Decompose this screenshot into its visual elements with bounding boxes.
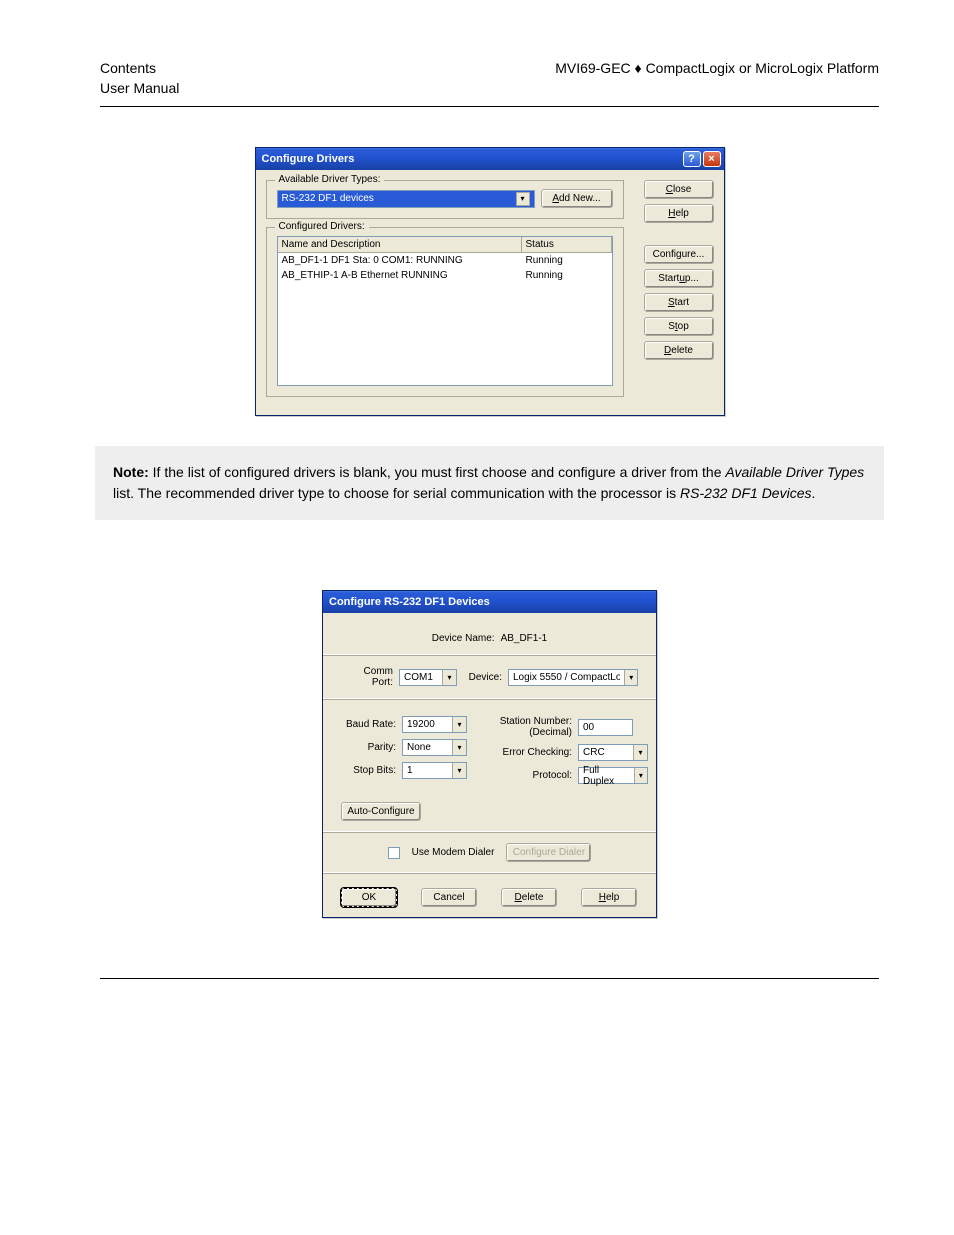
chevron-down-icon: ▾ xyxy=(452,717,466,732)
delete-button[interactable]: Delete xyxy=(644,341,714,360)
configure-drivers-dialog: Configure Drivers ? × Available Driver T… xyxy=(255,147,725,416)
station-input[interactable]: 00 xyxy=(578,719,633,736)
configure-button[interactable]: Configure... xyxy=(644,245,714,264)
parity-dropdown[interactable]: None ▾ xyxy=(402,739,467,756)
baud-value: 19200 xyxy=(407,719,435,730)
chevron-down-icon: ▾ xyxy=(442,670,456,685)
protocol-label: Protocol: xyxy=(497,770,572,781)
dialog2-titlebar[interactable]: Configure RS-232 DF1 Devices xyxy=(323,591,656,613)
table-row[interactable]: AB_DF1-1 DF1 Sta: 0 COM1: RUNNING Runnin… xyxy=(278,253,612,268)
header-left-top: Contents xyxy=(100,60,156,76)
footer-rule xyxy=(100,978,879,979)
stopbits-value: 1 xyxy=(407,765,413,776)
comm-port-dropdown[interactable]: COM1 ▾ xyxy=(399,669,457,686)
cancel-button[interactable]: Cancel xyxy=(421,888,477,907)
use-modem-checkbox[interactable] xyxy=(388,847,400,859)
note-text3: . xyxy=(812,485,816,501)
col-name-header[interactable]: Name and Description xyxy=(278,237,522,253)
row0-name: AB_DF1-1 DF1 Sta: 0 COM1: RUNNING xyxy=(278,253,522,268)
chevron-down-icon: ▾ xyxy=(452,763,466,778)
device-name-value: AB_DF1-1 xyxy=(501,633,548,644)
note-box: Note: If the list of configured drivers … xyxy=(95,446,884,520)
chevron-down-icon: ▾ xyxy=(516,192,530,206)
configure-dialer-button: Configure Dialer xyxy=(506,843,591,862)
close-icon[interactable]: × xyxy=(703,151,721,167)
device-value: Logix 5550 / CompactLogix xyxy=(513,672,620,683)
available-driver-types-group: Available Driver Types: RS-232 DF1 devic… xyxy=(266,180,624,219)
note-text1: If the list of configured drivers is bla… xyxy=(149,464,726,480)
note-label: Note: xyxy=(113,464,149,480)
configure-rs232-dialog: Configure RS-232 DF1 Devices Device Name… xyxy=(322,590,657,918)
ok-button[interactable]: OK xyxy=(341,888,397,907)
header-rule xyxy=(100,106,879,107)
baud-label: Baud Rate: xyxy=(341,719,396,730)
protocol-dropdown[interactable]: Full Duplex ▾ xyxy=(578,767,648,784)
col-status-header[interactable]: Status xyxy=(522,237,612,253)
error-dropdown[interactable]: CRC ▾ xyxy=(578,744,648,761)
close-button[interactable]: Close xyxy=(644,180,714,199)
device-dropdown[interactable]: Logix 5550 / CompactLogix ▾ xyxy=(508,669,638,686)
dialog1-titlebar[interactable]: Configure Drivers ? × xyxy=(256,148,724,170)
chevron-down-icon: ▾ xyxy=(633,745,647,760)
use-modem-label: Use Modem Dialer xyxy=(412,847,495,858)
header-right: MVI69-GEC ♦ CompactLogix or MicroLogix P… xyxy=(555,60,879,76)
comm-port-value: COM1 xyxy=(404,672,433,683)
baud-dropdown[interactable]: 19200 ▾ xyxy=(402,716,467,733)
dialog1-title: Configure Drivers xyxy=(262,153,355,165)
parity-value: None xyxy=(407,742,431,753)
note-em1: Available Driver Types xyxy=(725,464,864,480)
chevron-down-icon: ▾ xyxy=(634,768,647,783)
help-icon[interactable]: ? xyxy=(683,151,701,167)
station-value: 00 xyxy=(583,722,594,733)
driver-type-selected: RS-232 DF1 devices xyxy=(282,193,374,204)
help2-button[interactable]: Help xyxy=(581,888,637,907)
row0-status: Running xyxy=(522,253,612,268)
stopbits-label: Stop Bits: xyxy=(341,765,396,776)
error-label: Error Checking: xyxy=(497,747,572,758)
protocol-value: Full Duplex xyxy=(583,765,630,787)
station-label: Station Number: (Decimal) xyxy=(497,716,572,738)
dialog2-title: Configure RS-232 DF1 Devices xyxy=(329,596,490,608)
chevron-down-icon: ▾ xyxy=(452,740,466,755)
configured-drivers-label: Configured Drivers: xyxy=(275,221,369,232)
start-button[interactable]: Start xyxy=(644,293,714,312)
note-em2: RS-232 DF1 Devices xyxy=(680,485,812,501)
device-name-label: Device Name: xyxy=(432,633,495,644)
startup-button[interactable]: Startup... xyxy=(644,269,714,288)
help-button[interactable]: Help xyxy=(644,204,714,223)
chevron-down-icon: ▾ xyxy=(624,670,637,685)
stopbits-dropdown[interactable]: 1 ▾ xyxy=(402,762,467,779)
parity-label: Parity: xyxy=(341,742,396,753)
stop-button[interactable]: Stop xyxy=(644,317,714,336)
table-row[interactable]: AB_ETHIP-1 A-B Ethernet RUNNING Running xyxy=(278,268,612,283)
auto-configure-button[interactable]: Auto-Configure xyxy=(341,802,421,821)
driver-type-dropdown[interactable]: RS-232 DF1 devices ▾ xyxy=(277,190,535,208)
row1-name: AB_ETHIP-1 A-B Ethernet RUNNING xyxy=(278,268,522,283)
row1-status: Running xyxy=(522,268,612,283)
comm-port-label: Comm Port: xyxy=(341,666,393,688)
available-driver-types-label: Available Driver Types: xyxy=(275,174,385,185)
header-left-bottom: User Manual xyxy=(100,80,879,96)
error-value: CRC xyxy=(583,747,605,758)
configured-drivers-group: Configured Drivers: Name and Description… xyxy=(266,227,624,397)
note-text2: list. The recommended driver type to cho… xyxy=(113,485,680,501)
drivers-listview[interactable]: Name and Description Status AB_DF1-1 DF1… xyxy=(277,236,613,386)
add-new-button[interactable]: Add New... xyxy=(541,189,613,208)
device-label: Device: xyxy=(469,672,502,683)
delete2-button[interactable]: Delete xyxy=(501,888,557,907)
